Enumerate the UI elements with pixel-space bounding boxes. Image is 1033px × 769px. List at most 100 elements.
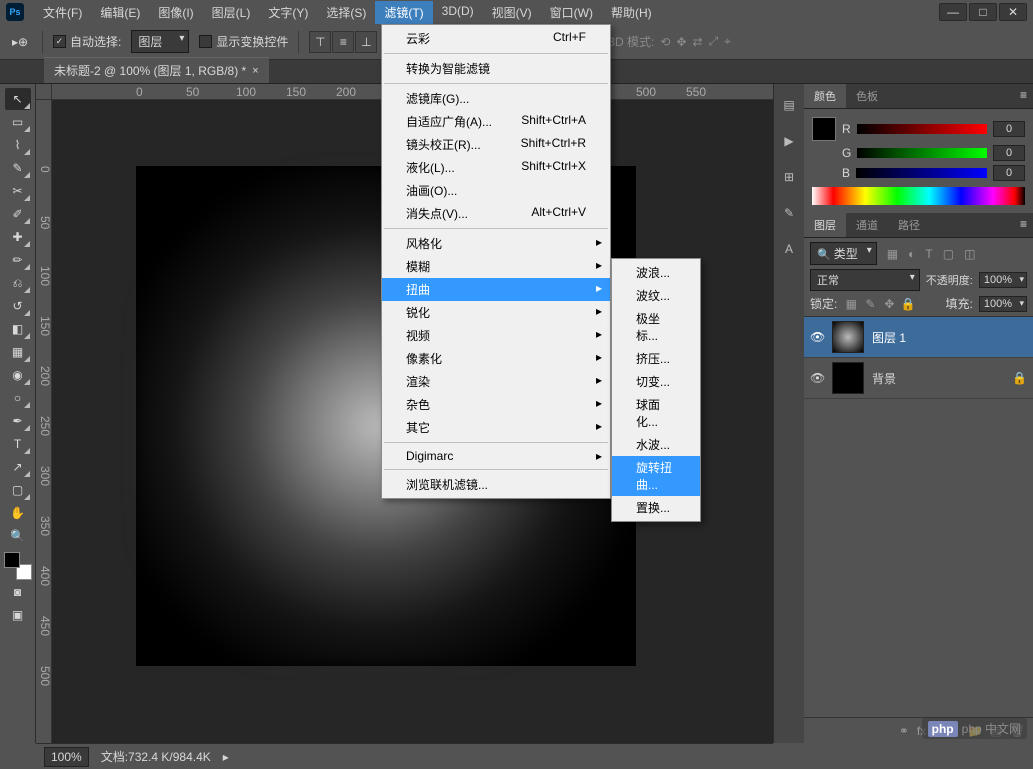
panel-menu-icon[interactable]: ≡ <box>1014 84 1033 108</box>
filter-shape-icon[interactable]: ▢ <box>943 247 954 261</box>
panel-menu-icon[interactable]: ≡ <box>1014 213 1033 237</box>
submenu-item[interactable]: 球面化... <box>612 393 700 433</box>
menu-滤镜[interactable]: 滤镜(T) <box>375 1 432 24</box>
hand-tool[interactable]: ✋ <box>5 502 31 524</box>
menu-item[interactable]: 镜头校正(R)...Shift+Ctrl+R <box>382 133 610 156</box>
menu-item[interactable]: 视频▸ <box>382 324 610 347</box>
g-value[interactable]: 0 <box>993 145 1025 161</box>
align-bottom-icon[interactable]: ⊥ <box>355 31 377 53</box>
submenu-item[interactable]: 切变... <box>612 370 700 393</box>
history-brush-tool[interactable]: ↺ <box>5 295 31 317</box>
shape-tool[interactable]: ▢ <box>5 479 31 501</box>
submenu-item[interactable]: 旋转扭曲... <box>612 456 700 496</box>
lock-pixels-icon[interactable]: ✎ <box>862 296 878 312</box>
layer-thumbnail[interactable] <box>832 321 864 353</box>
lock-position-icon[interactable]: ✥ <box>881 296 897 312</box>
brush-tool[interactable]: ✏ <box>5 249 31 271</box>
layer-filter-dropdown[interactable]: 🔍 类型 <box>810 242 877 265</box>
orbit-icon[interactable]: ⟲ <box>660 35 670 49</box>
eraser-tool[interactable]: ◧ <box>5 318 31 340</box>
quick-select-tool[interactable]: ✎ <box>5 157 31 179</box>
color-spectrum[interactable] <box>812 187 1025 205</box>
menu-item[interactable]: 云彩Ctrl+F <box>382 27 610 50</box>
menu-3d[interactable]: 3D(D) <box>433 1 483 24</box>
g-slider[interactable] <box>857 148 987 158</box>
eyedropper-tool[interactable]: ✐ <box>5 203 31 225</box>
submenu-item[interactable]: 水波... <box>612 433 700 456</box>
submenu-item[interactable]: 极坐标... <box>612 307 700 347</box>
crop-tool[interactable]: ✂ <box>5 180 31 202</box>
submenu-item[interactable]: 波纹... <box>612 284 700 307</box>
fill-field[interactable]: 100% <box>979 296 1027 312</box>
color-swatches[interactable] <box>4 552 32 580</box>
properties-panel-icon[interactable]: ⊞ <box>778 166 800 188</box>
lock-all-icon[interactable]: 🔒 <box>900 296 916 312</box>
menu-视图[interactable]: 视图(V) <box>483 1 541 24</box>
pan-icon[interactable]: ✥ <box>676 35 686 49</box>
menu-文字[interactable]: 文字(Y) <box>259 1 317 24</box>
layer-thumbnail[interactable] <box>832 362 864 394</box>
zoom-tool[interactable]: 🔍 <box>5 525 31 547</box>
move-tool[interactable]: ↖ <box>5 88 31 110</box>
lock-transparent-icon[interactable]: ▦ <box>843 296 859 312</box>
menu-文件[interactable]: 文件(F) <box>34 1 91 24</box>
auto-select-checkbox[interactable]: ✓ 自动选择: <box>53 33 121 50</box>
minimize-button[interactable]: — <box>939 3 967 21</box>
b-value[interactable]: 0 <box>993 165 1025 181</box>
close-tab-icon[interactable]: × <box>252 65 258 77</box>
menu-item[interactable]: 杂色▸ <box>382 393 610 416</box>
auto-select-target-dropdown[interactable]: 图层 <box>131 30 189 53</box>
submenu-item[interactable]: 挤压... <box>612 347 700 370</box>
path-select-tool[interactable]: ↗ <box>5 456 31 478</box>
menu-选择[interactable]: 选择(S) <box>317 1 375 24</box>
type-tool[interactable]: T <box>5 433 31 455</box>
pen-tool[interactable]: ✒ <box>5 410 31 432</box>
menu-item[interactable]: 像素化▸ <box>382 347 610 370</box>
menu-item[interactable]: 模糊▸ <box>382 255 610 278</box>
menu-item[interactable]: 转换为智能滤镜 <box>382 57 610 80</box>
scale-icon[interactable]: ⤢ <box>709 34 719 49</box>
menu-窗口[interactable]: 窗口(W) <box>541 1 602 24</box>
menu-item[interactable]: 风格化▸ <box>382 232 610 255</box>
show-transform-checkbox[interactable]: 显示变换控件 <box>199 33 288 50</box>
blur-tool[interactable]: ◉ <box>5 364 31 386</box>
gradient-tool[interactable]: ▦ <box>5 341 31 363</box>
close-button[interactable]: ✕ <box>999 3 1027 21</box>
filter-adjust-icon[interactable]: ◐ <box>908 247 915 261</box>
link-layers-icon[interactable]: ⚭ <box>899 724 909 738</box>
camera-icon[interactable]: ⌖ <box>724 34 731 49</box>
tab-paths[interactable]: 路径 <box>888 213 930 237</box>
filter-pixel-icon[interactable]: ▦ <box>887 247 898 261</box>
menu-item[interactable]: 滤镜库(G)... <box>382 87 610 110</box>
tab-channels[interactable]: 通道 <box>846 213 888 237</box>
submenu-item[interactable]: 置换... <box>612 496 700 519</box>
marquee-tool[interactable]: ▭ <box>5 111 31 133</box>
brushes-panel-icon[interactable]: ✎ <box>778 202 800 224</box>
layer-row[interactable]: 👁图层 1 <box>804 317 1033 358</box>
menu-item[interactable]: 油画(O)... <box>382 179 610 202</box>
tab-swatches[interactable]: 色板 <box>846 84 888 108</box>
menu-item[interactable]: 锐化▸ <box>382 301 610 324</box>
dodge-tool[interactable]: ○ <box>5 387 31 409</box>
maximize-button[interactable]: □ <box>969 3 997 21</box>
actions-panel-icon[interactable]: ▶ <box>778 130 800 152</box>
menu-图层[interactable]: 图层(L) <box>203 1 260 24</box>
menu-item[interactable]: 液化(L)...Shift+Ctrl+X <box>382 156 610 179</box>
character-panel-icon[interactable]: A <box>778 238 800 260</box>
menu-item[interactable]: 其它▸ <box>382 416 610 439</box>
layer-row[interactable]: 👁背景🔒 <box>804 358 1033 399</box>
tab-color[interactable]: 颜色 <box>804 84 846 108</box>
r-value[interactable]: 0 <box>993 121 1025 137</box>
menu-item[interactable]: Digimarc▸ <box>382 446 610 466</box>
slide-icon[interactable]: ⇄ <box>693 35 703 49</box>
foreground-swatch[interactable] <box>4 552 20 568</box>
visibility-icon[interactable]: 👁 <box>810 371 824 385</box>
b-slider[interactable] <box>856 168 987 178</box>
document-tab[interactable]: 未标题-2 @ 100% (图层 1, RGB/8) * × <box>44 57 269 83</box>
menu-图像[interactable]: 图像(I) <box>149 1 202 24</box>
align-vcenter-icon[interactable]: ≡ <box>332 31 354 53</box>
filter-type-icon[interactable]: T <box>925 247 932 261</box>
tab-layers[interactable]: 图层 <box>804 213 846 237</box>
screenmode-tool[interactable]: ▣ <box>5 604 31 626</box>
opacity-field[interactable]: 100% <box>979 272 1027 288</box>
